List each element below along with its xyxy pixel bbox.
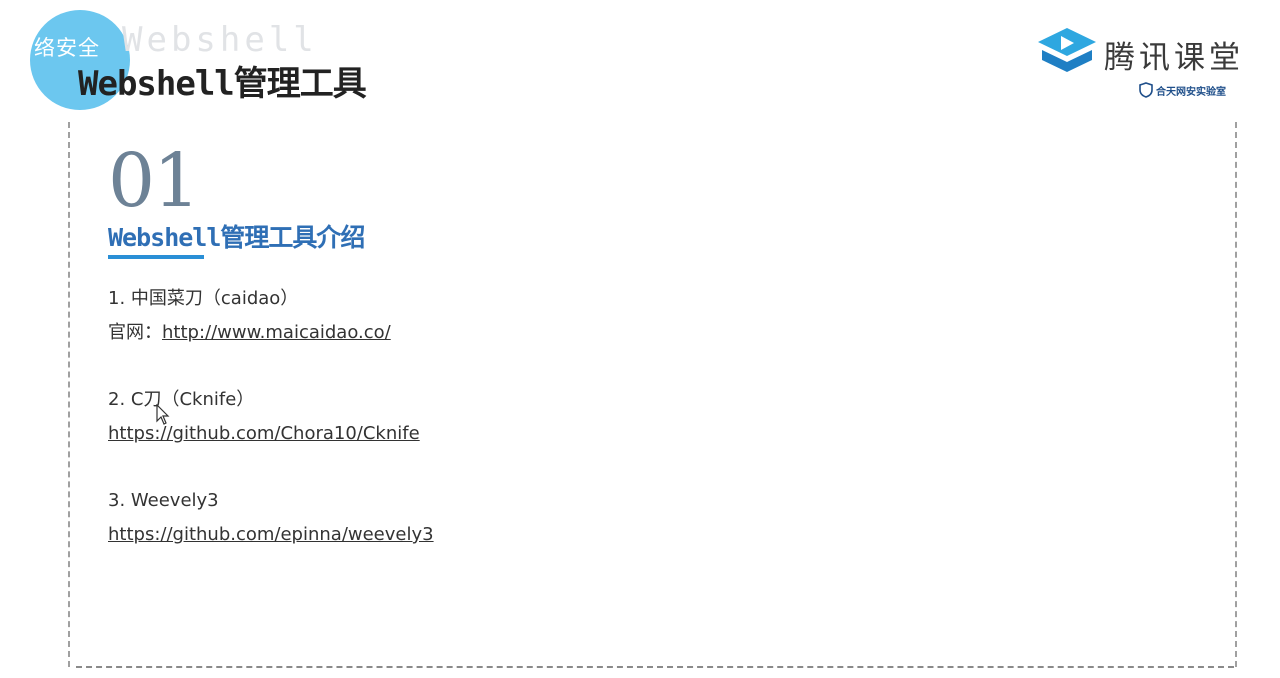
slide-title: Webshell管理工具: [78, 64, 367, 104]
item-title: 1. 中国菜刀（caidao）: [108, 288, 299, 309]
caidao-official-link[interactable]: http://www.maicaidao.co/: [162, 322, 391, 343]
item-title: 3. Weevely3: [108, 490, 219, 511]
section-title-underline: [108, 255, 204, 259]
frame-left-border: [68, 122, 70, 667]
tool-list: 1. 中国菜刀（caidao） 官网：http://www.maicaidao.…: [108, 287, 434, 590]
item-link-line: https://github.com/Chora10/Cknife: [108, 422, 434, 456]
section-title: Webshell管理工具介绍: [108, 223, 365, 252]
weevely3-github-link[interactable]: https://github.com/epinna/weevely3: [108, 524, 434, 545]
list-item: 1. 中国菜刀（caidao） 官网：http://www.maicaidao.…: [108, 287, 434, 355]
logo-subtitle: 合天网安实验室: [1139, 82, 1226, 98]
tencent-classroom-logo: 腾讯课堂 合天网安实验室: [1036, 22, 1246, 112]
shield-icon: [1139, 82, 1153, 98]
header-ghost-text: Webshell: [122, 20, 318, 60]
section-number: 01: [108, 138, 200, 224]
frame-right-border: [1235, 122, 1237, 667]
logo-subtitle-text: 合天网安实验室: [1156, 86, 1226, 98]
frame-bottom-border: [76, 666, 1234, 668]
mouse-pointer-icon: [156, 404, 170, 425]
item-link-line: https://github.com/epinna/weevely3: [108, 523, 434, 557]
cknife-github-link[interactable]: https://github.com/Chora10/Cknife: [108, 423, 420, 444]
logo-text: 腾讯课堂: [1104, 40, 1244, 76]
item-link-line: 官网：http://www.maicaidao.co/: [108, 321, 434, 355]
list-item: 3. Weevely3 https://github.com/epinna/we…: [108, 489, 434, 557]
play-cube-icon: [1038, 28, 1096, 72]
item-link-label: 官网：: [108, 322, 162, 343]
